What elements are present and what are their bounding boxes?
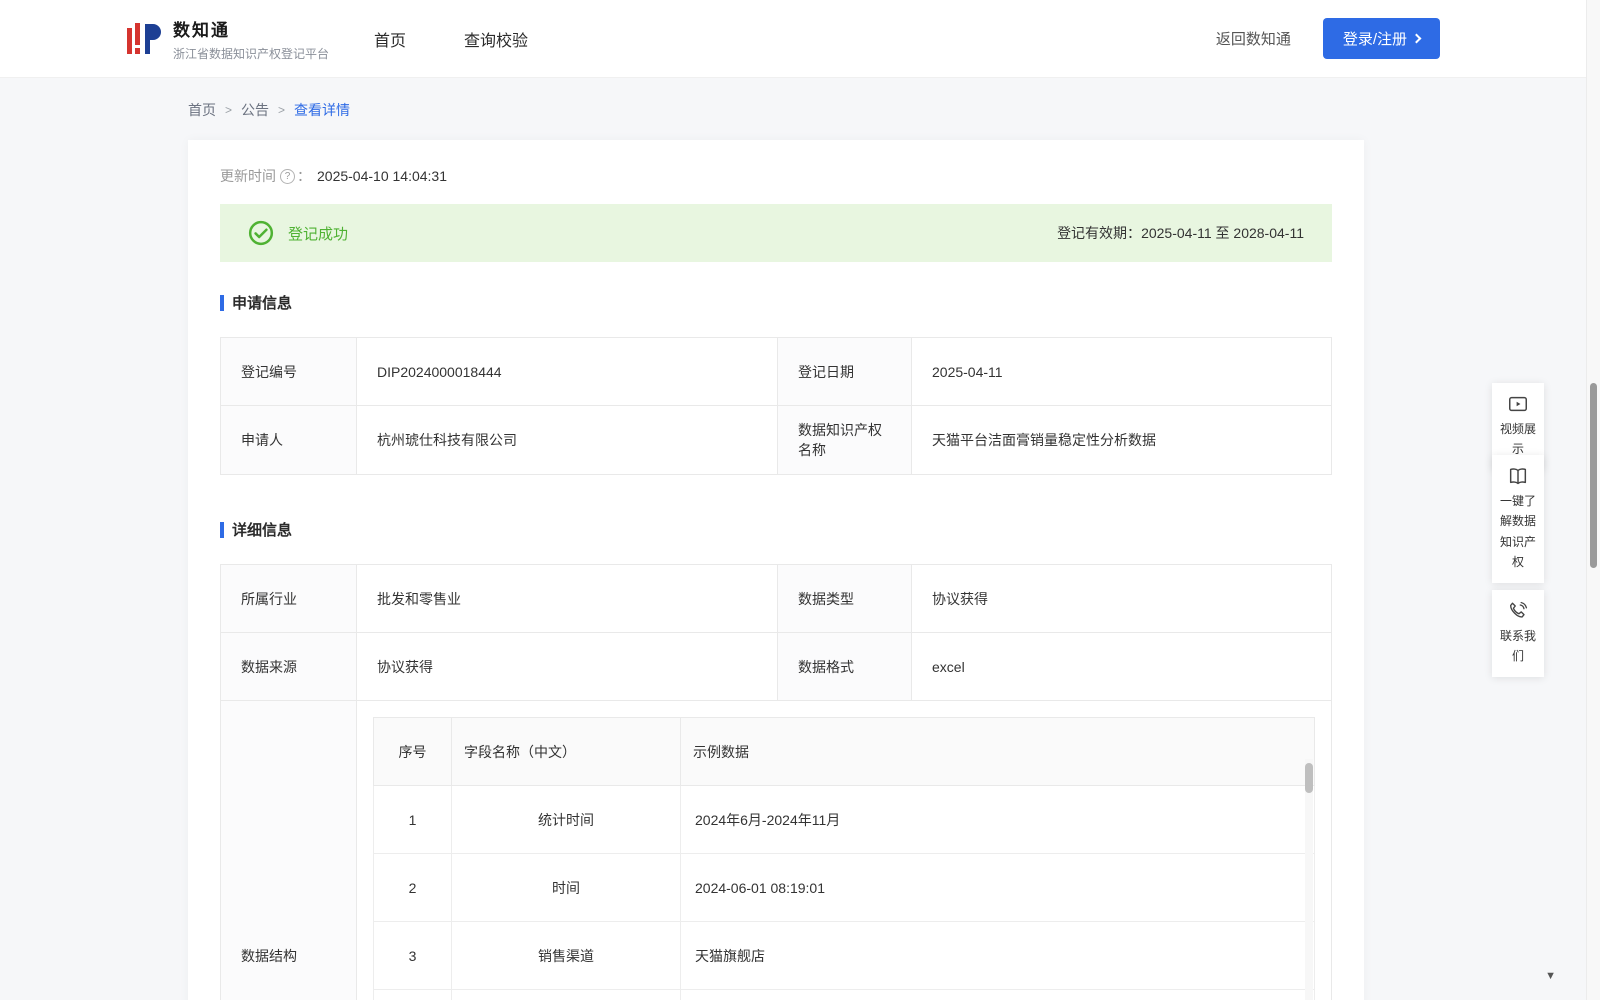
logo-subtitle: 浙江省数据知识产权登记平台 bbox=[173, 46, 330, 61]
logo-icon bbox=[127, 22, 161, 54]
validity-period: 登记有效期：2025-04-11 至 2028-04-11 bbox=[1057, 223, 1304, 243]
structure-row: 3 销售渠道 天猫旗舰店 bbox=[373, 921, 1315, 990]
table-row: 数据来源 协议获得 数据格式 excel bbox=[220, 632, 1332, 701]
table-row-structure: 数据结构 序号 字段名称（中文） 示例数据 1 统计时间 2024年6月-202… bbox=[220, 700, 1332, 1000]
field-value: 杭州琥仕科技有限公司 bbox=[356, 405, 778, 475]
book-icon bbox=[1509, 468, 1527, 485]
validity-value: 2025-04-11 至 2028-04-11 bbox=[1141, 225, 1304, 241]
row-index: 1 bbox=[373, 785, 452, 854]
scroll-down-icon[interactable]: ▼ bbox=[1545, 970, 1556, 982]
sample-data: 697254****62 bbox=[680, 989, 1315, 1000]
return-link[interactable]: 返回数知通 bbox=[1216, 28, 1291, 49]
nav-item-query-verify[interactable]: 查询校验 bbox=[464, 27, 528, 51]
details-info-table: 所属行业 批发和零售业 数据类型 协议获得 数据来源 协议获得 数据格式 exc… bbox=[220, 564, 1332, 1000]
logo: 数知通 浙江省数据知识产权登记平台 bbox=[125, 16, 329, 62]
float-learn-widget[interactable]: 一键了解数据知识产权 bbox=[1492, 455, 1544, 583]
header-right: 返回数知通 登录/注册 bbox=[1216, 18, 1440, 59]
detail-card: 更新时间 ? ： 2025-04-10 14:04:31 登记成功 登记有效期：… bbox=[188, 140, 1364, 1000]
structure-header-row: 序号 字段名称（中文） 示例数据 bbox=[373, 717, 1315, 786]
field-name: 销售渠道 bbox=[451, 921, 681, 990]
field-value: 协议获得 bbox=[356, 632, 778, 701]
field-label: 数据知识产权名称 bbox=[777, 405, 912, 475]
column-header: 字段名称（中文） bbox=[451, 717, 681, 786]
float-contact-label: 联系我们 bbox=[1499, 629, 1536, 664]
row-index: 2 bbox=[373, 853, 452, 922]
table-row: 申请人 杭州琥仕科技有限公司 数据知识产权名称 天猫平台洁面膏销量稳定性分析数据 bbox=[220, 405, 1332, 475]
logo-title: 数知通 bbox=[173, 20, 230, 40]
column-header: 示例数据 bbox=[680, 717, 1315, 786]
float-learn-label: 一键了解数据知识产权 bbox=[1499, 494, 1536, 570]
sample-data: 天猫旗舰店 bbox=[680, 921, 1315, 990]
help-icon[interactable]: ? bbox=[280, 168, 295, 184]
structure-cell: 序号 字段名称（中文） 示例数据 1 统计时间 2024年6月-2024年11月… bbox=[356, 700, 1332, 1000]
breadcrumb-announcements[interactable]: 公告 bbox=[241, 100, 269, 120]
field-label: 登记编号 bbox=[220, 337, 357, 406]
field-value: 协议获得 bbox=[911, 564, 1332, 633]
field-value: 2025-04-11 bbox=[911, 337, 1332, 406]
field-label: 数据类型 bbox=[777, 564, 912, 633]
login-register-label: 登录/注册 bbox=[1342, 31, 1407, 48]
field-label: 数据格式 bbox=[777, 632, 912, 701]
update-time-colon: ： bbox=[297, 168, 311, 184]
section-title-text: 申请信息 bbox=[232, 295, 293, 312]
breadcrumb: 首页 > 公告 > 查看详情 bbox=[188, 100, 1600, 120]
logo-text: 数知通 浙江省数据知识产权登记平台 bbox=[173, 16, 329, 62]
field-value: DIP2024000018444 bbox=[356, 337, 778, 406]
section-title-application: 申请信息 bbox=[220, 292, 1332, 313]
nav-item-home[interactable]: 首页 bbox=[374, 27, 406, 51]
sample-data: 2024年6月-2024年11月 bbox=[680, 785, 1315, 854]
page-scrollbar-thumb[interactable] bbox=[1590, 383, 1597, 568]
structure-table-wrap: 序号 字段名称（中文） 示例数据 1 统计时间 2024年6月-2024年11月… bbox=[373, 717, 1315, 1000]
structure-row: 4 货品编号 697254****62 bbox=[373, 989, 1315, 1000]
field-label: 申请人 bbox=[220, 405, 357, 475]
field-name: 货品编号 bbox=[451, 989, 681, 1000]
login-register-button[interactable]: 登录/注册 bbox=[1322, 18, 1440, 59]
header: 数知通 浙江省数据知识产权登记平台 首页 查询校验 返回数知通 登录/注册 bbox=[0, 0, 1600, 78]
table-row: 登记编号 DIP2024000018444 登记日期 2025-04-11 bbox=[220, 337, 1332, 406]
field-name: 时间 bbox=[451, 853, 681, 922]
field-name: 统计时间 bbox=[451, 785, 681, 854]
structure-row: 1 统计时间 2024年6月-2024年11月 bbox=[373, 785, 1315, 854]
float-video-label: 视频展示 bbox=[1499, 422, 1536, 457]
structure-row: 2 时间 2024-06-01 08:19:01 bbox=[373, 853, 1315, 922]
table-row: 所属行业 批发和零售业 数据类型 协议获得 bbox=[220, 564, 1332, 633]
field-value: excel bbox=[911, 632, 1332, 701]
breadcrumb-separator: > bbox=[225, 103, 233, 117]
update-time-value: 2025-04-10 14:04:31 bbox=[317, 168, 447, 184]
column-header: 序号 bbox=[373, 717, 452, 786]
main-nav: 首页 查询校验 bbox=[374, 27, 528, 51]
row-index: 4 bbox=[373, 989, 452, 1000]
field-label: 数据来源 bbox=[220, 632, 357, 701]
field-label: 数据结构 bbox=[220, 700, 357, 1000]
row-index: 3 bbox=[373, 921, 452, 990]
update-time-row: 更新时间 ? ： 2025-04-10 14:04:31 bbox=[220, 166, 1332, 186]
phone-icon bbox=[1509, 601, 1528, 618]
section-title-details: 详细信息 bbox=[220, 519, 1332, 540]
field-value: 批发和零售业 bbox=[356, 564, 778, 633]
validity-label: 登记有效期： bbox=[1057, 225, 1142, 241]
breadcrumb-current: 查看详情 bbox=[294, 102, 351, 118]
registration-status-banner: 登记成功 登记有效期：2025-04-11 至 2028-04-11 bbox=[220, 204, 1332, 262]
section-title-text: 详细信息 bbox=[232, 522, 293, 539]
sample-data: 2024-06-01 08:19:01 bbox=[680, 853, 1315, 922]
field-value: 天猫平台洁面膏销量稳定性分析数据 bbox=[911, 405, 1332, 475]
application-info-table: 登记编号 DIP2024000018444 登记日期 2025-04-11 申请… bbox=[220, 337, 1332, 475]
scrollbar-thumb[interactable] bbox=[1305, 763, 1313, 793]
status-text: 登记成功 bbox=[288, 225, 349, 243]
chevron-right-icon bbox=[1411, 33, 1422, 44]
breadcrumb-separator: > bbox=[278, 103, 286, 117]
update-time-label: 更新时间 bbox=[220, 168, 276, 184]
page-scrollbar[interactable] bbox=[1586, 0, 1600, 1000]
structure-table-scrollbar[interactable] bbox=[1305, 759, 1313, 1000]
section-bar bbox=[220, 294, 224, 311]
success-check-icon bbox=[248, 220, 274, 246]
breadcrumb-home[interactable]: 首页 bbox=[188, 100, 216, 120]
video-icon bbox=[1509, 396, 1527, 412]
structure-table: 序号 字段名称（中文） 示例数据 1 统计时间 2024年6月-2024年11月… bbox=[373, 717, 1315, 1000]
section-bar bbox=[220, 521, 224, 538]
field-label: 所属行业 bbox=[220, 564, 357, 633]
field-label: 登记日期 bbox=[777, 337, 912, 406]
float-contact-widget[interactable]: 联系我们 bbox=[1492, 590, 1544, 677]
